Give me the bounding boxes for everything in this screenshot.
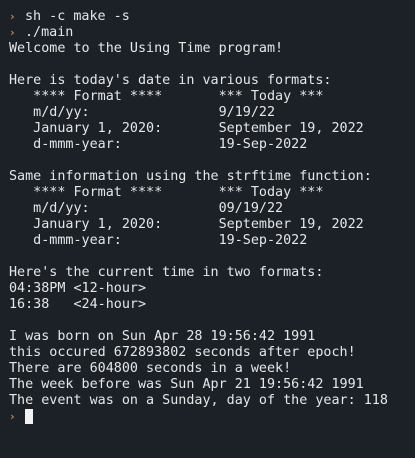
output-line: I was born on Sun Apr 28 19:56:42 1991 xyxy=(9,329,316,344)
output-line: January 1, 2020: September 19, 2022 xyxy=(9,121,364,136)
output-line: Welcome to the Using Time program! xyxy=(9,41,284,56)
output-line: **** Format **** *** Today *** xyxy=(9,185,324,200)
output-line: 16:38 <24-hour> xyxy=(9,297,147,312)
output-line: January 1, 2020: September 19, 2022 xyxy=(9,217,364,232)
output-line: The week before was Sun Apr 21 19:56:42 … xyxy=(9,377,364,392)
output-line: Here is today's date in various formats: xyxy=(9,73,332,88)
command-text: ./main xyxy=(25,25,74,40)
output-line: d-mmm-year: 19-Sep-2022 xyxy=(9,137,308,152)
output-line: Same information using the strftime func… xyxy=(9,169,372,184)
output-line: There are 604800 seconds in a week! xyxy=(9,361,292,376)
command-line: › ./main xyxy=(9,25,415,41)
output-line: Here's the current time in two formats: xyxy=(9,265,324,280)
prompt-chevron-icon: › xyxy=(9,26,16,39)
prompt-chevron-icon: › xyxy=(9,410,16,423)
input-line[interactable]: › xyxy=(9,409,415,425)
output-line: m/d/yy: 09/19/22 xyxy=(9,201,284,216)
terminal-output: › sh -c make -s › ./main Welcome to the Us… xyxy=(9,9,415,425)
output-line: The event was on a Sunday, day of the ye… xyxy=(9,393,388,408)
output-line: m/d/yy: 9/19/22 xyxy=(9,105,276,120)
command-line: › sh -c make -s xyxy=(9,9,415,25)
command-text: sh -c make -s xyxy=(25,9,130,24)
output-line: **** Format **** *** Today *** xyxy=(9,89,324,104)
prompt-chevron-icon: › xyxy=(9,10,16,23)
output-line: this occured 672893802 seconds after epo… xyxy=(9,345,356,360)
output-line: d-mmm-year: 19-Sep-2022 xyxy=(9,233,308,248)
terminal-window[interactable]: › sh -c make -s › ./main Welcome to the Us… xyxy=(0,0,415,458)
output-line: 04:38PM <12-hour> xyxy=(9,281,147,296)
text-cursor xyxy=(25,409,33,424)
